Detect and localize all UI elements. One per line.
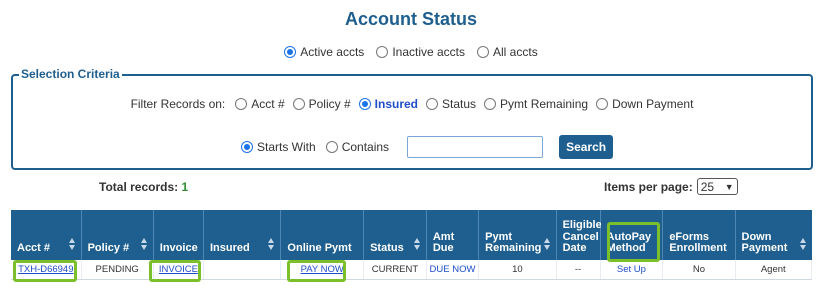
cell-policy: PENDING bbox=[81, 260, 154, 280]
selection-criteria-panel: Selection Criteria Filter Records on: Ac… bbox=[11, 67, 813, 170]
radio-selected-icon bbox=[241, 141, 253, 153]
scope-inactive-radio[interactable]: Inactive accts bbox=[376, 45, 465, 59]
sort-icon bbox=[140, 238, 148, 250]
col-header-cancel-date: Eligible Cancel Date bbox=[556, 210, 602, 260]
radio-unselected-icon bbox=[477, 46, 490, 58]
filter-policy-radio[interactable]: Policy # bbox=[292, 97, 351, 111]
items-per-page-label: Items per page: bbox=[604, 179, 693, 194]
chevron-down-icon: ▼ bbox=[724, 181, 734, 192]
items-per-page-select[interactable]: 25 ▼ bbox=[696, 178, 738, 195]
sort-icon bbox=[413, 238, 421, 250]
radio-selected-icon bbox=[284, 46, 297, 58]
filter-insured-label: Insured bbox=[374, 97, 418, 111]
sort-icon bbox=[799, 238, 807, 250]
selection-criteria-legend: Selection Criteria bbox=[19, 67, 122, 81]
radio-selected-icon bbox=[358, 98, 371, 110]
col-header-status[interactable]: Status bbox=[363, 210, 427, 260]
col-header-invoice: Invoice bbox=[153, 210, 205, 260]
radio-unselected-icon bbox=[426, 98, 438, 110]
table-row: TXH-D66949 PENDING INVOICE PAY NOW CURRE… bbox=[11, 260, 812, 280]
col-header-eforms: eForms Enrollment bbox=[662, 210, 736, 260]
match-starts-with-label: Starts With bbox=[257, 140, 316, 154]
filter-insured-radio[interactable]: Insured bbox=[358, 97, 418, 111]
filter-status-label: Status bbox=[442, 97, 477, 111]
cell-online-pymt[interactable]: PAY NOW bbox=[280, 260, 365, 280]
scope-inactive-label: Inactive accts bbox=[392, 45, 466, 59]
page-title: Account Status bbox=[344, 9, 477, 29]
col-header-policy[interactable]: Policy # bbox=[81, 210, 154, 260]
cell-acct[interactable]: TXH-D66949 bbox=[11, 260, 82, 280]
filter-pymt-remaining-label: Pymt Remaining bbox=[500, 97, 589, 111]
col-header-down-payment[interactable]: Down Payment bbox=[735, 210, 812, 260]
account-scope-group: Active accts Inactive accts All accts bbox=[0, 45, 822, 59]
match-contains-label: Contains bbox=[341, 140, 390, 154]
scope-all-label: All accts bbox=[493, 45, 538, 59]
cell-amt-due[interactable]: DUE NOW bbox=[426, 260, 480, 280]
search-button[interactable]: Search bbox=[559, 135, 614, 159]
radio-unselected-icon bbox=[325, 141, 338, 153]
items-per-page-value: 25 bbox=[700, 179, 715, 194]
filter-records-label: Filter Records on: bbox=[130, 97, 226, 111]
match-mode-row: Starts With Contains Search bbox=[241, 135, 614, 159]
sort-icon bbox=[543, 238, 551, 250]
total-records-count: 1 bbox=[181, 180, 189, 194]
sort-icon bbox=[268, 238, 275, 250]
cell-down-payment: Agent bbox=[735, 260, 812, 280]
search-input[interactable] bbox=[407, 136, 544, 158]
filter-policy-label: Policy # bbox=[308, 97, 351, 111]
filter-status-radio[interactable]: Status bbox=[426, 97, 476, 111]
scope-all-radio[interactable]: All accts bbox=[477, 45, 538, 59]
table-header-row: Acct # Policy # Invoice Insured Online P… bbox=[11, 210, 812, 260]
filter-down-payment-radio[interactable]: Down Payment bbox=[596, 97, 693, 111]
items-per-page: Items per page: 25 ▼ bbox=[604, 178, 738, 195]
radio-unselected-icon bbox=[484, 98, 497, 110]
scope-active-radio[interactable]: Active accts bbox=[284, 45, 364, 59]
cell-pymt-remaining: 10 bbox=[478, 260, 557, 280]
filter-acct-radio[interactable]: Acct # bbox=[235, 97, 285, 111]
radio-unselected-icon bbox=[596, 98, 609, 110]
cell-insured bbox=[203, 260, 282, 280]
accounts-table: Acct # Policy # Invoice Insured Online P… bbox=[11, 210, 812, 280]
col-header-amt-due: Amt Due bbox=[426, 210, 480, 260]
cell-eforms: No bbox=[662, 260, 736, 280]
total-records-label: Total records: bbox=[99, 180, 179, 194]
col-header-autopay: AutoPay Method bbox=[600, 210, 664, 260]
total-records: Total records: 1 bbox=[99, 180, 188, 194]
col-header-pymt-remaining[interactable]: Pymt Remaining bbox=[478, 210, 557, 260]
match-contains-radio[interactable]: Contains bbox=[325, 140, 390, 154]
radio-unselected-icon bbox=[292, 98, 305, 110]
filter-records-row: Filter Records on: Acct # Policy # Insur… bbox=[13, 97, 811, 111]
cell-cancel-date: -- bbox=[556, 260, 601, 280]
col-header-online-pymt: Online Pymt bbox=[280, 210, 365, 260]
cell-status: CURRENT bbox=[363, 260, 427, 280]
radio-unselected-icon bbox=[235, 98, 248, 110]
col-header-acct[interactable]: Acct # bbox=[11, 210, 82, 260]
cell-invoice[interactable]: INVOICE bbox=[153, 260, 205, 280]
filter-pymt-remaining-radio[interactable]: Pymt Remaining bbox=[484, 97, 588, 111]
filter-acct-label: Acct # bbox=[251, 97, 285, 111]
filter-down-payment-label: Down Payment bbox=[612, 97, 694, 111]
cell-autopay[interactable]: Set Up bbox=[600, 260, 664, 280]
radio-unselected-icon bbox=[376, 46, 389, 58]
match-starts-with-radio[interactable]: Starts With bbox=[241, 140, 316, 154]
scope-active-label: Active accts bbox=[300, 45, 365, 59]
col-header-insured[interactable]: Insured bbox=[203, 210, 282, 260]
sort-icon bbox=[68, 238, 76, 250]
